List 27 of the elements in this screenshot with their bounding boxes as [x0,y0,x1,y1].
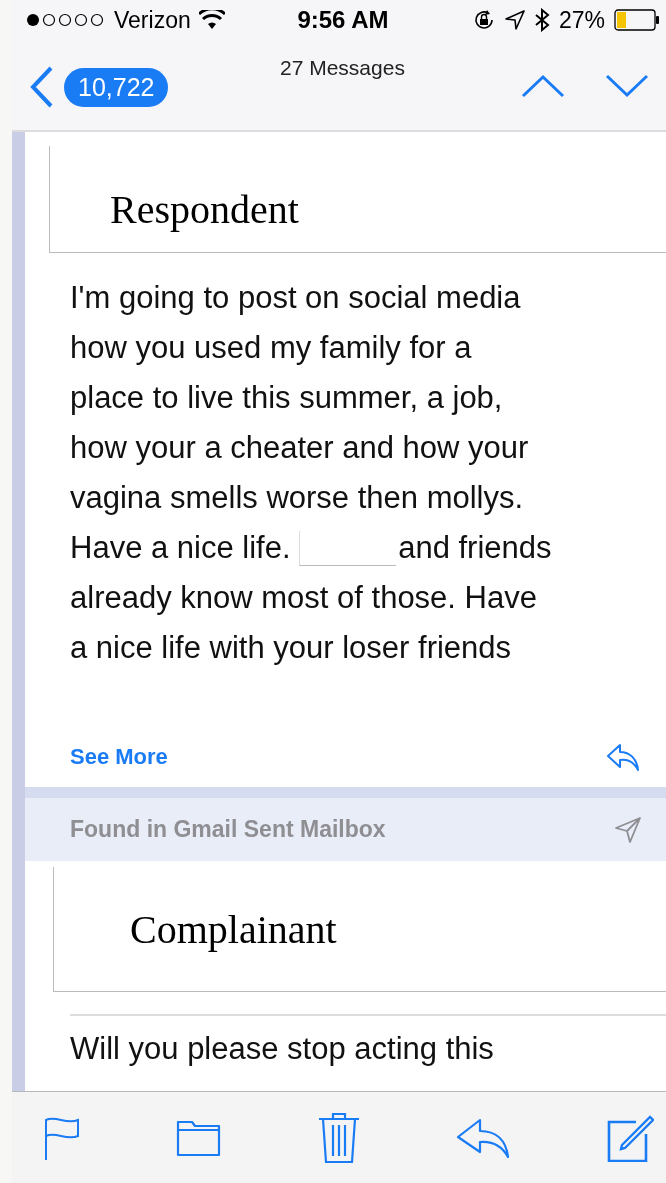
back-button[interactable]: 10,722 [12,66,169,108]
thread-title: 27 Messages [280,56,405,80]
party-label: Complainant [130,905,337,953]
chevron-up-icon[interactable] [521,74,565,98]
back-chevron-icon [30,66,54,108]
chevron-down-icon[interactable] [605,74,649,98]
clock-time: 9:56 AM [297,6,389,34]
reply-icon[interactable] [606,743,640,771]
trash-icon[interactable] [318,1111,360,1164]
party-label: Respondent [110,185,299,233]
flag-icon[interactable] [44,1115,80,1160]
mailbox-note: Found in Gmail Sent Mailbox [70,816,386,843]
battery-icon [614,9,660,31]
compose-icon[interactable] [606,1113,654,1162]
folder-icon[interactable] [176,1118,222,1157]
carrier-name: Verizon [114,6,191,34]
battery-percent: 27% [558,6,605,34]
see-more-link[interactable]: See More [70,744,168,770]
signal-icon [26,13,106,27]
wifi-icon [198,10,225,30]
message-count-badge: 10,722 [64,67,169,107]
bluetooth-icon [533,8,550,32]
reply-icon[interactable] [456,1117,510,1158]
send-icon [614,815,642,844]
message-body: Will you please stop acting this [70,1014,666,1074]
location-icon [504,10,525,30]
message-body: I'm going to post on social media how you used my family for a place to live this summer, a job, how your a cheater and how your vagina smells worse then mollys. Have a nice life. and friends already know most of those. Have a nice life with your loser friends [70,279,553,667]
